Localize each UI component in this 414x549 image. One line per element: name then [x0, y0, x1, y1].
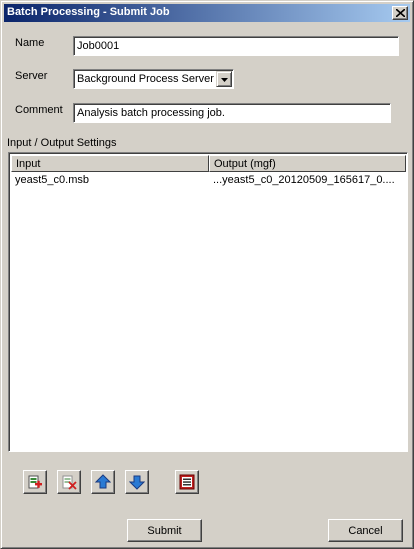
cell-input: yeast5_c0.msb [15, 174, 89, 186]
name-input[interactable]: Job0001 [73, 36, 399, 56]
move-up-icon [95, 474, 111, 489]
cancel-button[interactable]: Cancel [328, 519, 403, 542]
close-button[interactable] [392, 6, 408, 20]
add-button[interactable] [23, 470, 47, 494]
comment-label: Comment [15, 104, 63, 116]
cell-output: ...yeast5_c0_20120509_165617_0.... [213, 174, 395, 186]
io-table[interactable]: Input Output (mgf) yeast5_c0.msb ...yeas… [8, 152, 408, 452]
window-title: Batch Processing - Submit Job [7, 6, 170, 18]
table-row[interactable]: yeast5_c0.msb ...yeast5_c0_20120509_1656… [11, 172, 406, 188]
name-label: Name [15, 37, 45, 49]
properties-button[interactable] [175, 470, 199, 494]
close-icon [396, 9, 405, 17]
column-header-output[interactable]: Output (mgf) [209, 155, 406, 172]
submit-job-dialog: Batch Processing - Submit Job Name Job00… [0, 0, 414, 549]
add-icon [28, 475, 42, 489]
io-table-body: yeast5_c0.msb ...yeast5_c0_20120509_1656… [11, 172, 406, 188]
comment-input-value: Analysis batch processing job. [77, 107, 225, 119]
io-section-label: Input / Output Settings [7, 137, 117, 149]
io-table-header: Input Output (mgf) [11, 155, 406, 172]
chevron-down-icon [221, 78, 228, 82]
server-select[interactable]: Background Process Server [73, 69, 234, 89]
submit-button[interactable]: Submit [127, 519, 202, 542]
server-label: Server [15, 70, 48, 82]
column-header-input[interactable]: Input [11, 155, 209, 172]
move-down-icon [129, 475, 145, 490]
remove-button[interactable] [57, 470, 81, 494]
move-up-button[interactable] [91, 470, 115, 494]
comment-input[interactable]: Analysis batch processing job. [73, 103, 391, 123]
remove-icon [62, 475, 77, 490]
title-bar: Batch Processing - Submit Job [4, 4, 410, 22]
properties-icon [179, 474, 195, 490]
server-select-value: Background Process Server [77, 73, 214, 85]
name-input-value: Job0001 [77, 40, 120, 52]
move-down-button[interactable] [125, 470, 149, 494]
server-dropdown-button[interactable] [216, 71, 232, 87]
